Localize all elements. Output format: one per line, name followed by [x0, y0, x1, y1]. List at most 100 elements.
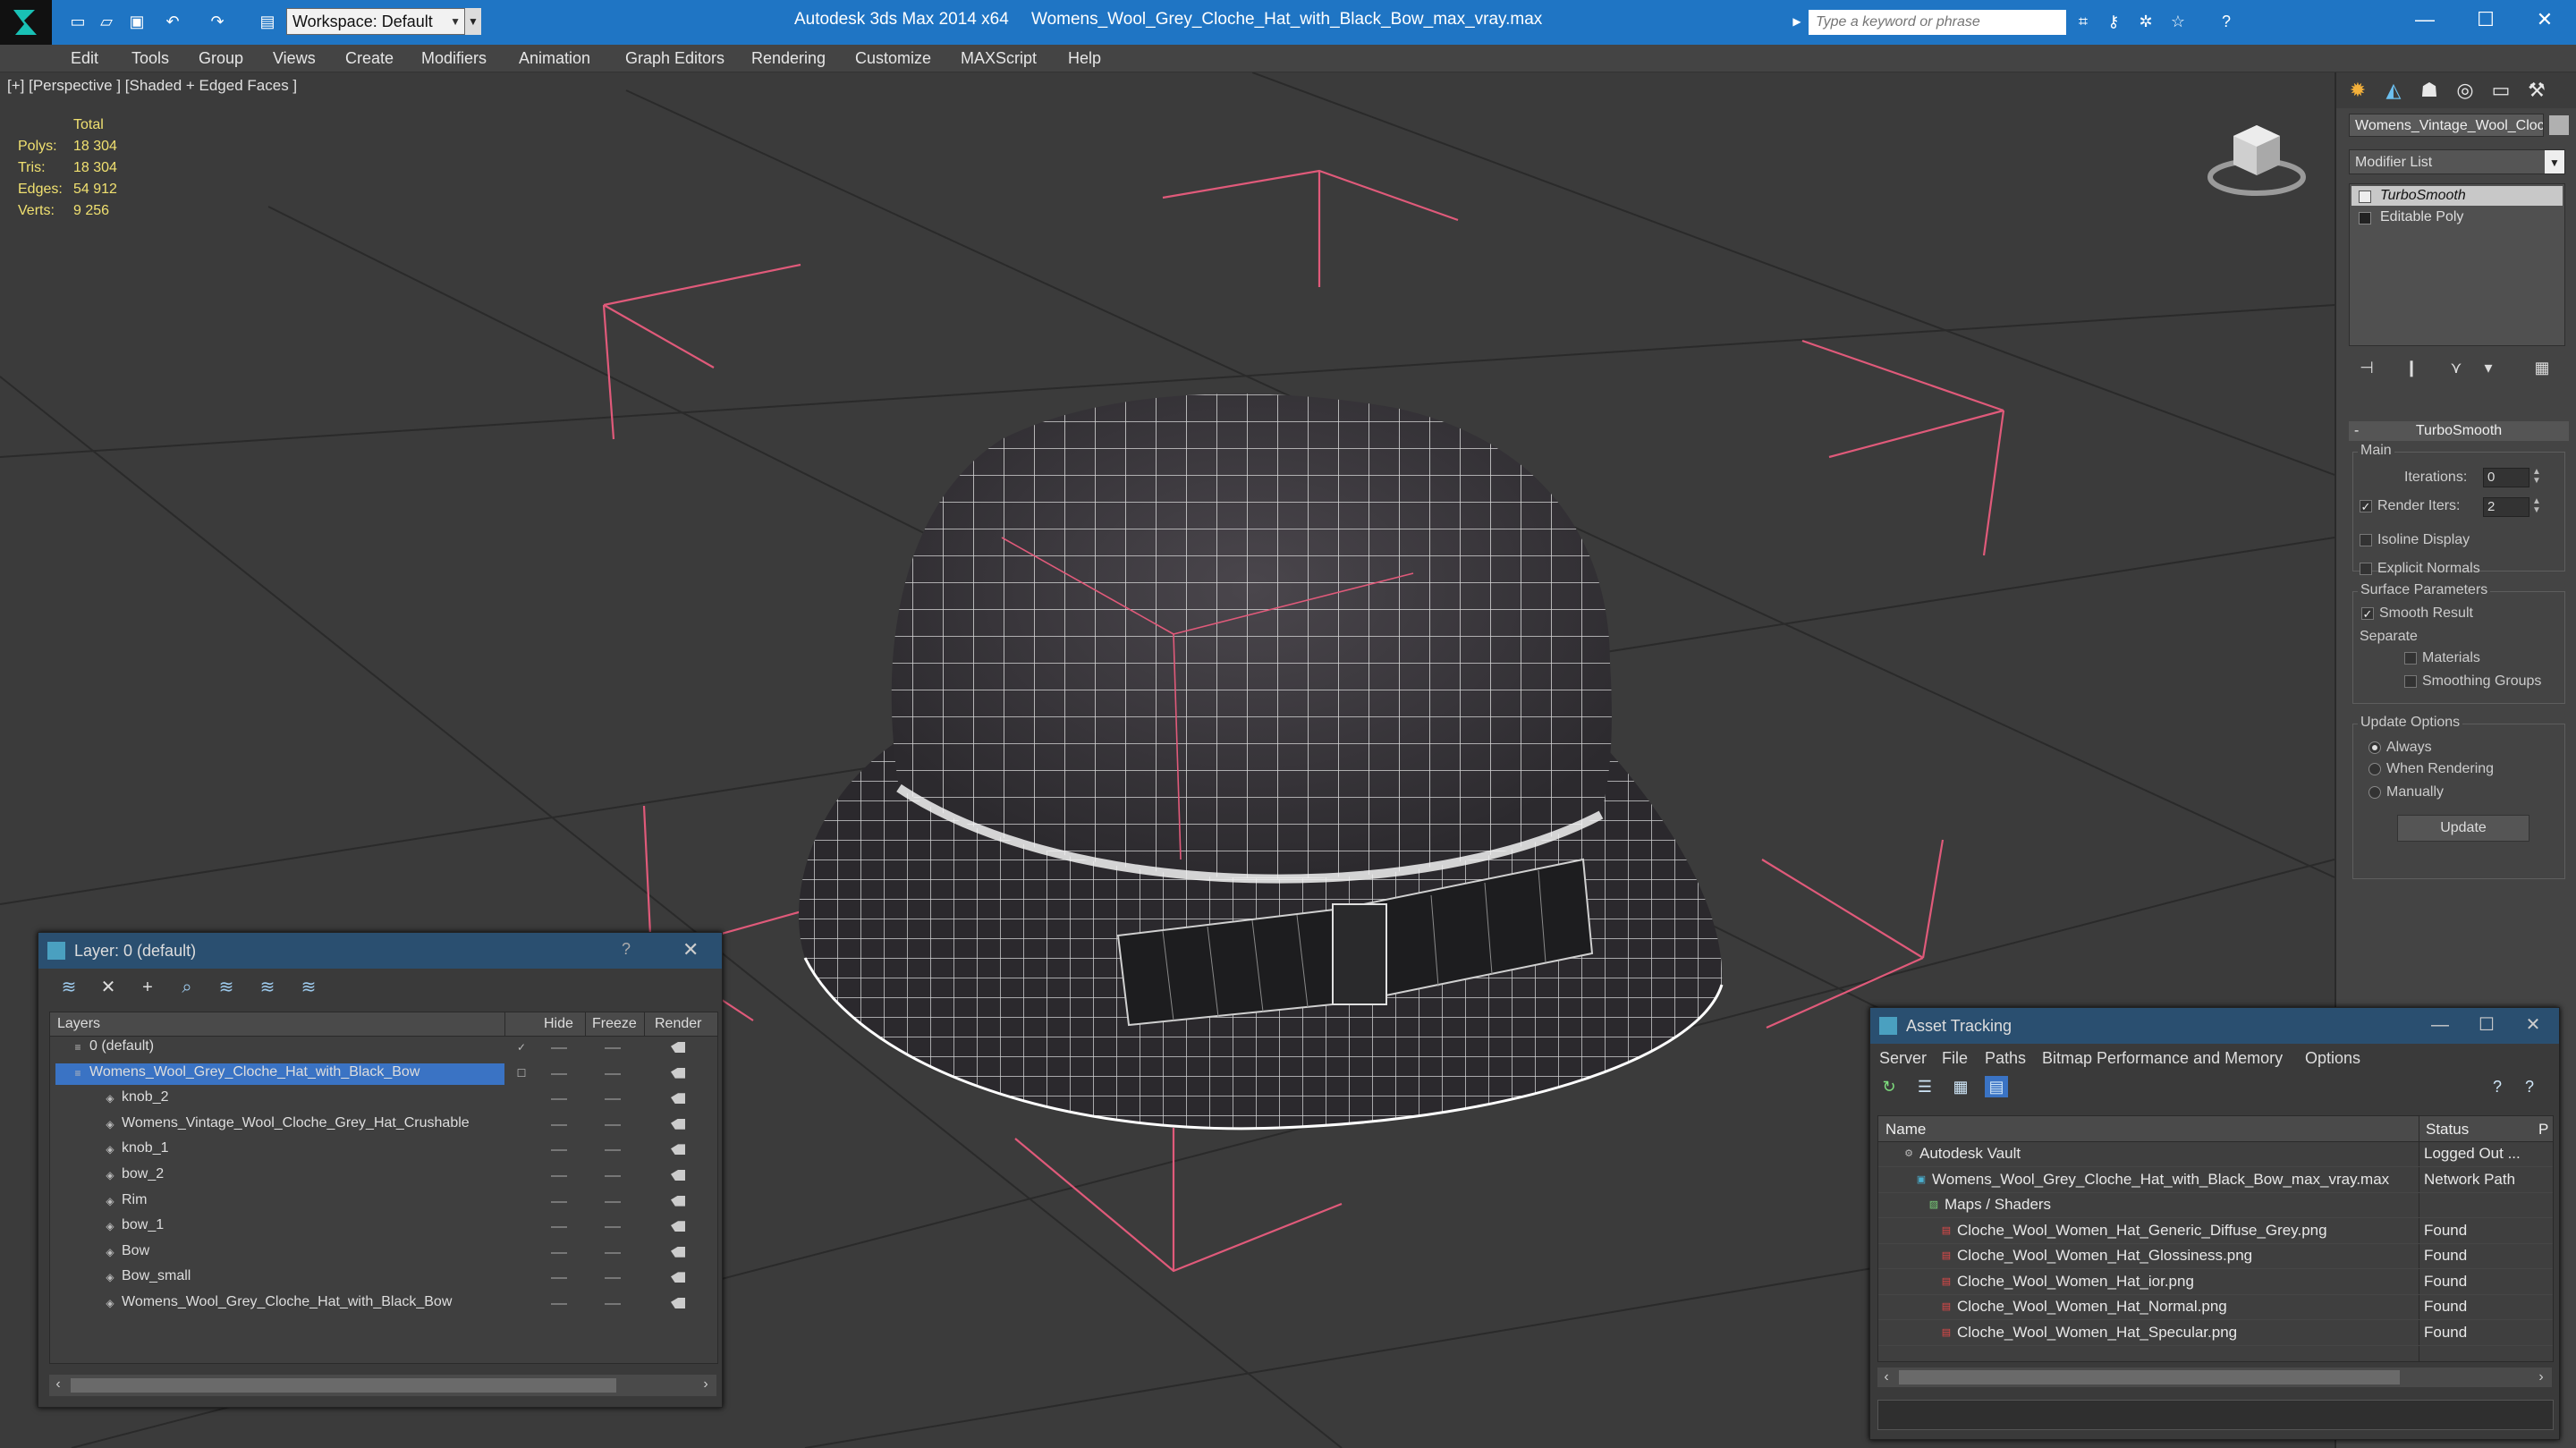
- smooth-result-checkbox[interactable]: ✓: [2361, 607, 2374, 620]
- render-iters-spinner[interactable]: 2: [2483, 497, 2529, 517]
- menu-create[interactable]: Create: [345, 49, 394, 68]
- asset-menu-paths[interactable]: Paths: [1985, 1049, 2026, 1068]
- column-status[interactable]: Status: [2426, 1121, 2469, 1139]
- layer-row[interactable]: ◈ knob_1: [50, 1138, 717, 1163]
- hide-toggle[interactable]: [551, 1149, 567, 1152]
- freeze-toggle[interactable]: [605, 1251, 621, 1254]
- create-tab-icon[interactable]: ✹: [2342, 76, 2374, 105]
- update-button[interactable]: Update: [2397, 815, 2529, 842]
- search-input[interactable]: [1809, 10, 2066, 35]
- freeze-toggle[interactable]: [605, 1200, 621, 1203]
- object-color-swatch[interactable]: [2549, 115, 2569, 135]
- vault-help-icon[interactable]: ?: [2486, 1076, 2509, 1097]
- menu-edit[interactable]: Edit: [71, 49, 98, 68]
- stack-item-editable-poly[interactable]: Editable Poly: [2351, 207, 2563, 227]
- modify-tab-icon[interactable]: ◭: [2377, 76, 2410, 105]
- viewport-label[interactable]: [+] [Perspective ] [Shaded + Edged Faces…: [7, 77, 297, 95]
- menu-group[interactable]: Group: [199, 49, 243, 68]
- hide-all-icon[interactable]: ≋: [255, 976, 280, 999]
- render-teapot-icon[interactable]: [671, 1144, 685, 1156]
- close-icon[interactable]: ✕: [2513, 0, 2576, 41]
- hide-toggle[interactable]: [551, 1251, 567, 1254]
- select-objects-icon[interactable]: ⌕: [174, 976, 199, 999]
- create-layer-icon[interactable]: ≋: [56, 976, 81, 999]
- column-layers[interactable]: Layers: [57, 1016, 100, 1032]
- help-icon[interactable]: ?: [2518, 1076, 2541, 1097]
- help-icon[interactable]: ?: [2215, 11, 2238, 32]
- freeze-toggle[interactable]: [605, 1123, 621, 1126]
- asset-menu-options[interactable]: Options: [2305, 1049, 2360, 1068]
- configure-sets-icon[interactable]: ▦: [2529, 359, 2555, 382]
- close-icon[interactable]: ✕: [2511, 1012, 2555, 1040]
- scroll-right-icon[interactable]: ›: [697, 1376, 715, 1394]
- maximize-icon[interactable]: ☐: [2464, 1012, 2509, 1040]
- smoothing-groups-checkbox[interactable]: [2404, 675, 2417, 688]
- column-freeze[interactable]: Freeze: [592, 1016, 637, 1032]
- asset-row[interactable]: ▤ Cloche_Wool_Women_Hat_Normal.png Found: [1878, 1294, 2553, 1320]
- workspace-dropdown[interactable]: Workspace: Default ▼: [286, 8, 465, 35]
- object-name-field[interactable]: Womens_Vintage_Wool_Cloch: [2349, 114, 2544, 137]
- layer-window-titlebar[interactable]: Layer: 0 (default) ? ✕: [38, 933, 722, 969]
- key-icon[interactable]: ⚷: [2102, 11, 2125, 32]
- manually-radio[interactable]: [2368, 786, 2381, 799]
- layer-row[interactable]: ◈ knob_2: [50, 1087, 717, 1112]
- asset-row[interactable]: ▣ Womens_Wool_Grey_Cloche_Hat_with_Black_…: [1878, 1167, 2553, 1193]
- layer-row[interactable]: ◈ Womens_Vintage_Wool_Cloche_Grey_Hat_Cru…: [50, 1113, 717, 1138]
- hide-toggle[interactable]: [551, 1098, 567, 1101]
- column-render[interactable]: Render: [655, 1016, 701, 1032]
- menu-customize[interactable]: Customize: [855, 49, 931, 68]
- freeze-toggle[interactable]: [605, 1277, 621, 1280]
- menu-rendering[interactable]: Rendering: [751, 49, 826, 68]
- asset-row[interactable]: ▤ Cloche_Wool_Women_Hat_ior.png Found: [1878, 1269, 2553, 1295]
- project-folder-icon[interactable]: ▤: [256, 11, 279, 32]
- hide-toggle[interactable]: [551, 1303, 567, 1305]
- asset-row[interactable]: ▤ Cloche_Wool_Women_Hat_Glossiness.png Fou…: [1878, 1243, 2553, 1269]
- explicit-normals-checkbox[interactable]: [2360, 563, 2372, 575]
- menu-modifiers[interactable]: Modifiers: [421, 49, 487, 68]
- new-file-icon[interactable]: ▭: [66, 11, 89, 32]
- render-teapot-icon[interactable]: [671, 1195, 685, 1207]
- binoculars-icon[interactable]: ⌗: [2072, 11, 2095, 32]
- freeze-toggle[interactable]: [605, 1303, 621, 1305]
- column-name[interactable]: Name: [1885, 1121, 1926, 1139]
- menu-graph-editors[interactable]: Graph Editors: [625, 49, 724, 68]
- layer-row[interactable]: ≡ Womens_Wool_Grey_Cloche_Hat_with_Black_…: [50, 1062, 717, 1087]
- menu-tools[interactable]: Tools: [131, 49, 169, 68]
- modifier-list-dropdown[interactable]: Modifier List ▼: [2349, 149, 2565, 174]
- asset-row[interactable]: ▤ Cloche_Wool_Women_Hat_Specular.png Found: [1878, 1320, 2553, 1346]
- spinner-arrows-icon[interactable]: ▲ ▼: [2531, 497, 2542, 517]
- maximize-icon[interactable]: ☐: [2454, 0, 2517, 41]
- hide-toggle[interactable]: [551, 1123, 567, 1126]
- layer-row[interactable]: ◈ Womens_Wool_Grey_Cloche_Hat_with_Black_…: [50, 1291, 717, 1317]
- asset-menu-server[interactable]: Server: [1879, 1049, 1927, 1068]
- freeze-toggle[interactable]: [605, 1175, 621, 1177]
- render-teapot-icon[interactable]: [671, 1067, 685, 1079]
- layer-row[interactable]: ◈ bow_1: [50, 1215, 717, 1240]
- scrollbar-thumb[interactable]: [1899, 1370, 2400, 1384]
- hide-toggle[interactable]: [551, 1226, 567, 1229]
- asset-menu-file[interactable]: File: [1942, 1049, 1968, 1068]
- always-radio[interactable]: [2368, 741, 2381, 754]
- render-teapot-icon[interactable]: [671, 1298, 685, 1308]
- hide-toggle[interactable]: [551, 1072, 567, 1075]
- delete-layer-icon[interactable]: ✕: [96, 976, 121, 999]
- expand-icon[interactable]: [2359, 212, 2371, 224]
- layer-row[interactable]: ◈ Bow_small: [50, 1266, 717, 1291]
- minimize-icon[interactable]: —: [2394, 0, 2456, 41]
- render-teapot-icon[interactable]: [671, 1221, 685, 1232]
- hide-toggle[interactable]: [551, 1047, 567, 1049]
- scrollbar-thumb[interactable]: [71, 1378, 616, 1393]
- asset-window-titlebar[interactable]: Asset Tracking — ☐ ✕: [1870, 1008, 2559, 1044]
- open-file-icon[interactable]: ▱: [95, 11, 118, 32]
- undo-icon[interactable]: ↶: [161, 11, 184, 32]
- hierarchy-tab-icon[interactable]: ☗: [2413, 76, 2445, 105]
- viewcube-icon[interactable]: [2205, 113, 2312, 202]
- utilities-tab-icon[interactable]: ⚒: [2521, 76, 2553, 105]
- lightbulb-icon[interactable]: [2359, 191, 2371, 203]
- render-teapot-icon[interactable]: [671, 1042, 685, 1053]
- layer-row[interactable]: ◈ bow_2: [50, 1164, 717, 1189]
- search-box[interactable]: [1809, 10, 2066, 35]
- render-teapot-icon[interactable]: [671, 1272, 685, 1283]
- menu-help[interactable]: Help: [1068, 49, 1101, 68]
- asset-menu-bitmap-performance[interactable]: Bitmap Performance and Memory: [2042, 1049, 2283, 1068]
